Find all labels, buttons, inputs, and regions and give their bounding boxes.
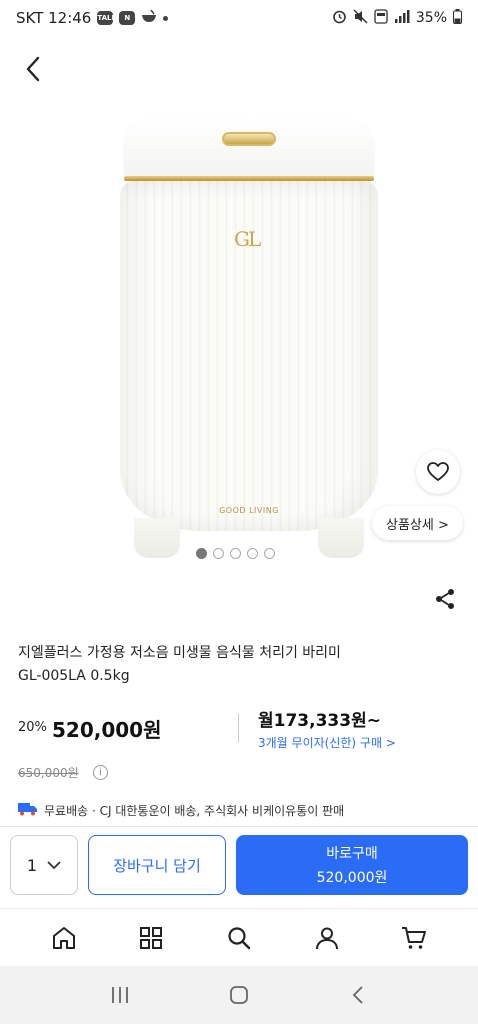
tab-search[interactable] (219, 918, 259, 958)
home-button[interactable] (219, 975, 259, 1015)
pager-dot[interactable] (230, 548, 241, 559)
buy-now-price: 520,000원 (316, 870, 388, 886)
carrier-time: SKT 12:46 (16, 9, 92, 27)
status-right: 35% (332, 8, 462, 28)
home-circle-icon (230, 986, 248, 1004)
bin-lid (124, 118, 374, 178)
info-icon[interactable]: i (93, 765, 108, 780)
original-price-value: 650,000원 (18, 766, 79, 780)
discount-rate: 20% (18, 720, 47, 735)
status-left: SKT 12:46 TALK N (16, 9, 169, 27)
bowl-icon (141, 9, 157, 27)
product-detail-button[interactable]: 상품상세 > (372, 506, 463, 540)
add-to-cart-button[interactable]: 장바구니 담기 (88, 835, 226, 895)
category-icon (140, 926, 163, 949)
signal-icon (394, 9, 410, 27)
installment-link[interactable]: 3개월 무이자(신한) 구매 > (258, 734, 396, 751)
product-image: GL GOOD LIVING (120, 118, 378, 558)
sale-price: 520,000원 (52, 718, 162, 742)
bin-logo: GL (234, 227, 261, 251)
shipping-info: 무료배송 · CJ 대한통운이 배송, 주식회사 비케이유통이 판매 (18, 802, 344, 819)
chevron-down-icon (47, 860, 61, 869)
truck-icon (18, 802, 38, 819)
bin-foot-left (134, 518, 180, 558)
pager-dot[interactable] (264, 548, 275, 559)
product-detail-label: 상품상세 > (386, 517, 449, 533)
buy-now-label: 바로구매 (326, 846, 378, 862)
notification-dot-icon (163, 15, 169, 21)
system-back-button[interactable] (338, 975, 378, 1015)
wishlist-button[interactable] (416, 450, 460, 494)
alarm-icon (332, 9, 347, 28)
lid-handle (222, 132, 276, 146)
system-navigation-bar (0, 966, 478, 1024)
volte-icon (374, 8, 388, 28)
search-icon (228, 926, 251, 949)
mute-icon (353, 8, 368, 28)
cart-icon (402, 926, 427, 949)
share-button[interactable] (430, 584, 460, 614)
status-bar: SKT 12:46 TALK N 35% (0, 0, 478, 36)
monthly-price: 월173,333원~ (258, 711, 381, 731)
quantity-value: 1 (26, 855, 38, 875)
news-icon: N (119, 11, 136, 25)
shipping-text: 무료배송 · CJ 대한통운이 배송, 주식회사 비케이유통이 판매 (44, 804, 345, 818)
carousel-pager (196, 548, 275, 559)
recent-apps-button[interactable] (100, 975, 140, 1015)
tab-cart[interactable] (394, 918, 434, 958)
share-icon (436, 589, 454, 609)
bin-foot-right (318, 518, 364, 558)
battery-level: 35% (415, 10, 447, 26)
pager-dot[interactable] (247, 548, 258, 559)
bottom-tab-bar (0, 908, 478, 966)
tab-my-page[interactable] (307, 918, 347, 958)
buy-now-button[interactable]: 바로구매 520,000원 (236, 835, 468, 895)
tab-category[interactable] (131, 918, 171, 958)
product-title: 지엘플러스 가정용 저소음 미생물 음식물 처리기 바리미 GL-005LA 0… (18, 642, 458, 688)
back-button[interactable] (14, 50, 52, 88)
my-page-icon (315, 927, 338, 949)
product-title-line2: GL-005LA 0.5kg (18, 668, 130, 684)
battery-icon (453, 8, 462, 28)
tab-home[interactable] (44, 918, 84, 958)
recent-apps-icon (111, 987, 128, 1003)
talk-icon: TALK (97, 11, 117, 25)
chevron-left-icon (26, 56, 40, 82)
original-price: 650,000원 (18, 764, 79, 781)
pager-dot[interactable] (196, 548, 207, 559)
add-to-cart-label: 장바구니 담기 (113, 856, 201, 875)
heart-icon (427, 462, 449, 481)
price-divider (238, 714, 239, 742)
bin-body: GL GOOD LIVING (120, 181, 378, 531)
product-title-line1: 지엘플러스 가정용 저소음 미생물 음식물 처리기 바리미 (18, 645, 341, 661)
home-icon (52, 926, 75, 949)
pager-dot[interactable] (213, 548, 224, 559)
purchase-bar: 1 장바구니 담기 바로구매 520,000원 (0, 826, 478, 908)
gold-band (124, 176, 374, 181)
system-back-icon (353, 986, 363, 1004)
bin-brand: GOOD LIVING (219, 506, 279, 515)
quantity-select[interactable]: 1 (10, 835, 78, 895)
